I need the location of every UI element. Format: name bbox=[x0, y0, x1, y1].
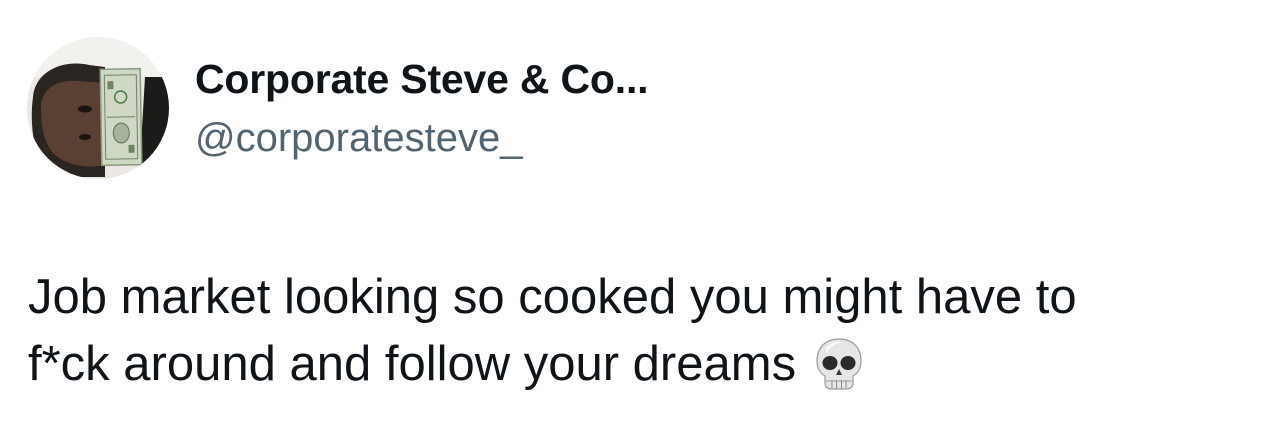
tweet-text-line-2-wrap: f*ck around and follow your dreams bbox=[28, 331, 1248, 398]
user-info: Corporate Steve & Co... @corporatesteve_ bbox=[195, 53, 649, 163]
tweet-text-line-2: f*ck around and follow your dreams bbox=[28, 337, 797, 391]
avatar-photo bbox=[27, 37, 169, 179]
tweet-text: Job market looking so cooked you might h… bbox=[28, 264, 1248, 398]
tweet-card: Corporate Steve & Co... @corporatesteve_… bbox=[0, 0, 1284, 445]
user-handle[interactable]: @corporatesteve_ bbox=[195, 113, 648, 163]
display-name[interactable]: Corporate Steve & Co... bbox=[195, 53, 649, 105]
avatar[interactable] bbox=[27, 37, 169, 179]
skull-emoji-icon bbox=[814, 336, 864, 392]
tweet-text-line-1: Job market looking so cooked you might h… bbox=[28, 270, 1077, 324]
